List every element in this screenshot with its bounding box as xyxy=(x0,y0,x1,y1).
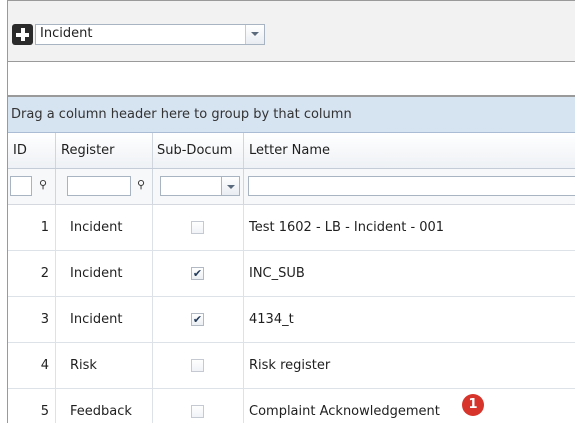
table-row[interactable]: 4 Risk Risk register xyxy=(8,343,575,389)
letters-window: Incident Drag a column header here to gr… xyxy=(7,0,575,423)
cell-letter-name: INC_SUB xyxy=(249,266,305,281)
sub-document-checkbox[interactable] xyxy=(191,405,204,418)
sub-document-checkbox[interactable]: ✔ xyxy=(191,313,204,326)
chevron-down-icon xyxy=(227,185,235,189)
column-header-letter-name[interactable]: Letter Name xyxy=(244,133,575,168)
column-header-sub-document[interactable]: Sub-Docum xyxy=(153,133,244,168)
filter-cell-id: ⚲ xyxy=(8,169,56,204)
cell-sub-document xyxy=(153,205,244,250)
sub-document-checkbox[interactable] xyxy=(191,221,204,234)
cell-letter-name: Complaint Acknowledgement 1 xyxy=(244,389,575,423)
sub-document-checkbox[interactable]: ✔ xyxy=(191,267,204,280)
filter-cell-letter-name xyxy=(244,169,575,204)
filter-input-letter-name[interactable] xyxy=(248,176,575,196)
annotation-badge: 1 xyxy=(462,394,484,416)
cell-register: Feedback xyxy=(56,389,153,423)
table-row[interactable]: 2 Incident ✔ INC_SUB xyxy=(8,251,575,297)
filter-select-sub-document[interactable] xyxy=(160,176,222,196)
group-by-panel[interactable]: Drag a column header here to group by th… xyxy=(8,97,575,133)
cell-id: 5 xyxy=(8,389,56,423)
cell-id: 3 xyxy=(8,297,56,342)
cell-sub-document xyxy=(153,343,244,388)
cell-register: Incident xyxy=(56,297,153,342)
cell-register: Risk xyxy=(56,343,153,388)
dropdown-button[interactable] xyxy=(245,25,264,44)
cell-letter-name: 4134_t xyxy=(249,312,294,327)
cell-register: Incident xyxy=(56,251,153,296)
letters-grid: Drag a column header here to group by th… xyxy=(8,96,575,423)
cell-sub-document xyxy=(153,389,244,423)
filter-icon[interactable]: ⚲ xyxy=(39,178,47,191)
table-row[interactable]: 5 Feedback Complaint Acknowledgement 1 xyxy=(8,389,575,423)
blank-panel xyxy=(8,61,575,96)
table-row[interactable]: 3 Incident ✔ 4134_t xyxy=(8,297,575,343)
register-select-value: Incident xyxy=(40,26,93,41)
cell-letter-name: Test 1602 - LB - Incident - 001 xyxy=(249,220,445,235)
cell-register: Incident xyxy=(56,205,153,250)
cell-id: 2 xyxy=(8,251,56,296)
column-header-row: ID Register Sub-Docum Letter Name xyxy=(8,133,575,169)
filter-dropdown-button[interactable] xyxy=(222,176,240,196)
toolbar: Incident xyxy=(8,0,575,61)
cell-sub-document: ✔ xyxy=(153,251,244,296)
filter-icon[interactable]: ⚲ xyxy=(137,178,145,191)
letter-name-text: Complaint Acknowledgement xyxy=(249,404,440,419)
table-row[interactable]: 1 Incident Test 1602 - LB - Incident - 0… xyxy=(8,205,575,251)
filter-input-register[interactable] xyxy=(67,176,131,196)
cell-id: 4 xyxy=(8,343,56,388)
cell-sub-document: ✔ xyxy=(153,297,244,342)
sub-document-checkbox[interactable] xyxy=(191,359,204,372)
filter-cell-sub-document xyxy=(153,169,244,204)
column-header-id[interactable]: ID xyxy=(8,133,56,168)
filter-cell-register: ⚲ xyxy=(56,169,153,204)
register-select[interactable]: Incident xyxy=(35,24,265,45)
column-header-register[interactable]: Register xyxy=(56,133,153,168)
cell-letter-name: Risk register xyxy=(249,358,331,373)
plus-icon[interactable] xyxy=(12,24,33,45)
filter-input-id[interactable] xyxy=(10,176,32,196)
chevron-down-icon xyxy=(251,32,259,36)
cell-id: 1 xyxy=(8,205,56,250)
filter-row: ⚲ ⚲ xyxy=(8,169,575,205)
